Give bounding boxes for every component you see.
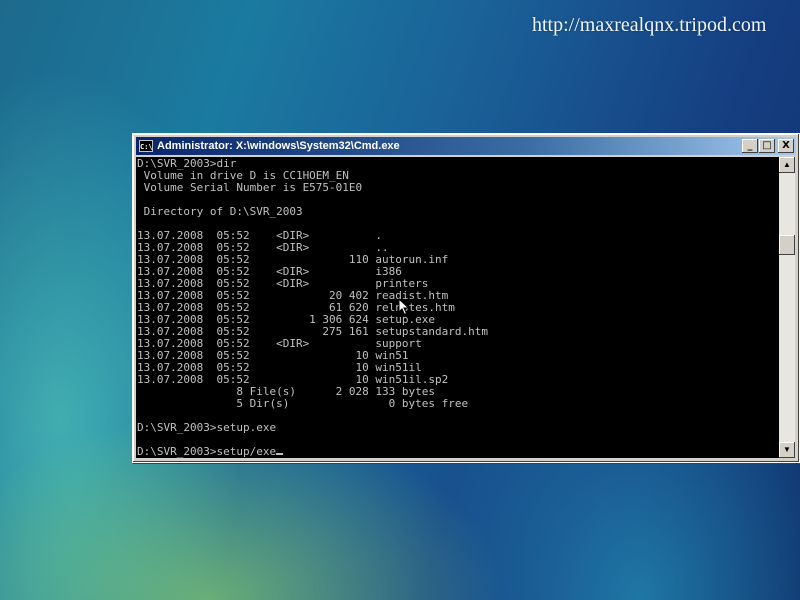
minimize-button[interactable]: _ xyxy=(742,139,758,153)
console-output[interactable]: D:\SVR_2003>dir Volume in drive D is CC1… xyxy=(136,157,779,458)
vertical-scrollbar[interactable]: ▲ ▼ xyxy=(779,157,795,458)
scroll-thumb[interactable] xyxy=(779,235,795,255)
console-line: Directory of D:\SVR_2003 xyxy=(137,205,303,218)
console-line: Volume Serial Number is E575-01E0 xyxy=(137,181,363,194)
window-title: Administrator: X:\windows\System32\Cmd.e… xyxy=(157,140,400,152)
cmd-window[interactable]: C:\ Administrator: X:\windows\System32\C… xyxy=(132,133,800,463)
scroll-down-arrow-icon[interactable]: ▼ xyxy=(779,442,795,458)
maximize-button[interactable]: □ xyxy=(759,139,775,153)
console-text: D:\SVR_2003>dir Volume in drive D is CC1… xyxy=(136,157,779,458)
console-line: D:\SVR_2003>setup.exe xyxy=(137,421,277,434)
watermark-url: http://maxrealqnx.tripod.com xyxy=(532,14,767,36)
mouse-pointer-icon xyxy=(398,298,410,316)
text-cursor xyxy=(276,453,284,455)
console-line: D:\SVR_2003>setup/exe xyxy=(137,445,277,458)
cmd-icon[interactable]: C:\ xyxy=(139,140,153,152)
title-bar-buttons: _ □ X xyxy=(741,139,794,153)
title-bar[interactable]: C:\ Administrator: X:\windows\System32\C… xyxy=(136,137,796,155)
scroll-up-arrow-icon[interactable]: ▲ xyxy=(779,157,795,173)
console-line: 5 Dir(s) 0 bytes free xyxy=(137,397,469,410)
close-button[interactable]: X xyxy=(778,139,794,153)
